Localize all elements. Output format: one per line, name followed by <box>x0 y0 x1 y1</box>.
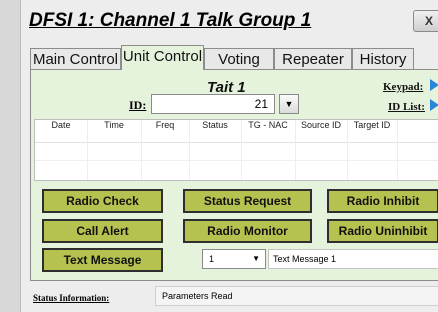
chevron-down-icon: ▼ <box>284 99 294 109</box>
column-header-source-id[interactable]: Source ID <box>295 120 347 142</box>
column-header-date[interactable]: Date <box>35 120 87 142</box>
close-button[interactable]: X <box>413 10 438 32</box>
chevron-down-icon: ▼ <box>252 254 260 263</box>
id-dropdown-button[interactable]: ▼ <box>279 94 299 114</box>
tab-repeater[interactable]: Repeater <box>274 48 352 69</box>
call-alert-button[interactable]: Call Alert <box>42 219 163 243</box>
status-request-button[interactable]: Status Request <box>183 189 312 213</box>
text-message-field[interactable]: Text Message 1 <box>268 249 438 269</box>
column-divider <box>397 120 398 180</box>
unit-history-table[interactable]: Date Time Freq Status TG - NAC Source ID… <box>34 119 438 181</box>
id-list-arrow-icon[interactable] <box>430 99 438 111</box>
id-label: ID: <box>129 98 147 112</box>
column-divider <box>87 120 88 180</box>
id-list-label[interactable]: ID List: <box>388 101 425 113</box>
dfsi-window: DFSI 1: Channel 1 Talk Group 1 X Main Co… <box>20 0 438 312</box>
tab-main-control[interactable]: Main Control <box>30 48 121 69</box>
column-divider <box>295 120 296 180</box>
column-divider <box>347 120 348 180</box>
column-header-status[interactable]: Status <box>189 120 241 142</box>
radio-check-button[interactable]: Radio Check <box>42 189 163 213</box>
column-header-freq[interactable]: Freq <box>141 120 189 142</box>
keypad-arrow-icon[interactable] <box>430 79 438 91</box>
radio-monitor-button[interactable]: Radio Monitor <box>183 219 312 243</box>
text-message-button[interactable]: Text Message <box>42 248 163 272</box>
keypad-label[interactable]: Keypad: <box>383 81 423 93</box>
column-header-time[interactable]: Time <box>87 120 141 142</box>
status-information-label: Status Information: <box>33 293 110 303</box>
column-divider <box>241 120 242 180</box>
id-input[interactable]: 21 <box>151 94 275 114</box>
text-message-select[interactable]: 1 ▼ <box>202 249 266 269</box>
radio-inhibit-button[interactable]: Radio Inhibit <box>327 189 438 213</box>
tab-unit-control[interactable]: Unit Control <box>121 45 204 70</box>
table-header: Date Time Freq Status TG - NAC Source ID… <box>35 120 438 143</box>
column-divider <box>141 120 142 180</box>
tab-history[interactable]: History <box>352 48 414 69</box>
column-divider <box>189 120 190 180</box>
window-title: DFSI 1: Channel 1 Talk Group 1 <box>29 10 312 31</box>
column-header-target-id[interactable]: Target ID <box>347 120 397 142</box>
text-message-select-value: 1 <box>209 254 215 264</box>
column-header-tg-nac[interactable]: TG - NAC <box>241 120 295 142</box>
radio-uninhibit-button[interactable]: Radio Uninhibit <box>327 219 438 243</box>
table-row-divider <box>35 160 438 161</box>
tab-voting[interactable]: Voting <box>204 48 274 69</box>
status-information-value: Parameters Read <box>155 286 438 306</box>
